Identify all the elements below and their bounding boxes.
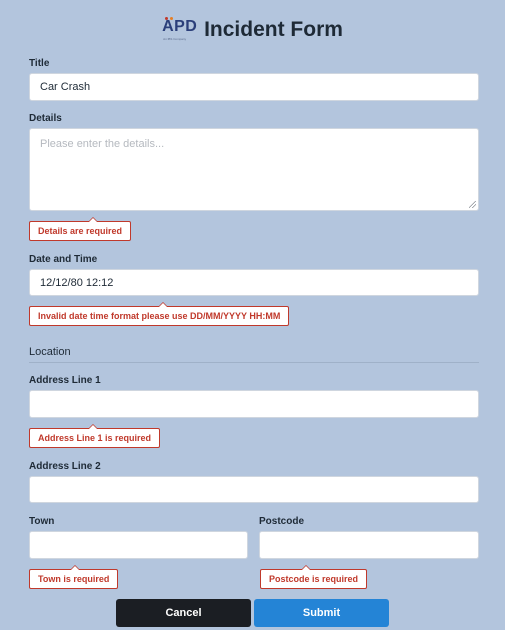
cancel-button[interactable]: Cancel: [116, 599, 251, 627]
address-line-1-error: Address Line 1 is required: [29, 424, 161, 448]
location-heading: Location: [29, 346, 71, 358]
date-time-label: Date and Time: [29, 254, 98, 265]
logo-text: APD: [162, 18, 198, 35]
details-textarea[interactable]: Please enter the details...: [29, 128, 479, 211]
date-time-error: Invalid date time format please use DD/M…: [29, 302, 290, 326]
title-input-value: Car Crash: [40, 81, 91, 93]
submit-button[interactable]: Submit: [254, 599, 389, 627]
postcode-error: Postcode is required: [260, 565, 368, 589]
postcode-label: Postcode: [259, 516, 305, 527]
logo-subtext: An IBS Company: [163, 37, 187, 41]
location-divider: [29, 362, 479, 363]
resize-grip-icon[interactable]: [469, 201, 476, 208]
details-label: Details: [29, 113, 62, 124]
town-error: Town is required: [29, 565, 119, 589]
details-error: Details are required: [29, 217, 132, 241]
date-time-input[interactable]: 12/12/80 12:12: [29, 269, 479, 296]
details-placeholder: Please enter the details...: [40, 138, 165, 150]
address-line-1-input[interactable]: [29, 390, 479, 418]
address-line-2-input[interactable]: [29, 476, 479, 503]
form-header: APD An IBS Company Incident Form: [0, 12, 505, 48]
apd-logo: APD An IBS Company: [162, 15, 198, 45]
town-input[interactable]: [29, 531, 248, 559]
incident-form-page: APD An IBS Company Incident Form Title C…: [0, 0, 505, 630]
address-line-1-label: Address Line 1: [29, 375, 101, 386]
town-label: Town: [29, 516, 55, 527]
date-time-value: 12/12/80 12:12: [40, 276, 114, 289]
page-title: Incident Form: [204, 18, 343, 41]
title-input[interactable]: Car Crash: [29, 73, 479, 101]
title-label: Title: [29, 58, 50, 69]
address-line-2-label: Address Line 2: [29, 461, 101, 472]
postcode-input[interactable]: [259, 531, 479, 559]
